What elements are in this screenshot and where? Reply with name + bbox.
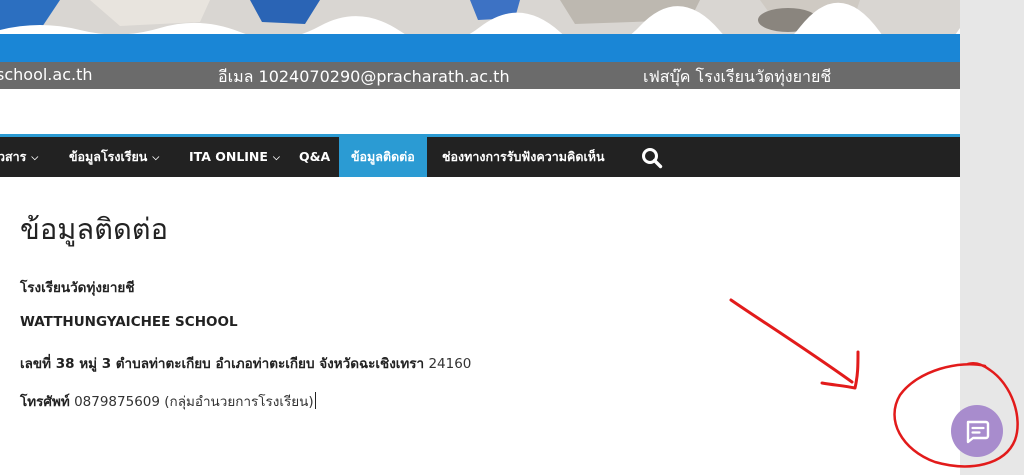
nav-item-feedback[interactable]: ช่องทางการรับฟังความคิดเห็น [442,137,605,177]
chat-bubble-icon [966,420,990,444]
nav-item-contact[interactable]: ข้อมูลติดต่อ [339,137,427,177]
address-line: เลขที่ 38 หมู่ 3 ตำบลท่าตะเกียบ อำเภอท่า… [20,352,471,374]
banner-email: อีเมล 1024070290@pracharath.ac.th [218,67,510,86]
address-text: เลขที่ 38 หมู่ 3 ตำบลท่าตะเกียบ อำเภอท่า… [20,356,425,372]
nav-item-label: ITA ONLINE [189,149,268,164]
nav-item-ita-online[interactable]: ITA ONLINE ⌵ [189,137,280,177]
chevron-down-icon: ⌵ [272,153,280,163]
page: school.ac.th อีเมล 1024070290@pracharath… [0,0,1024,475]
school-name-th-text: โรงเรียนวัดทุ่งยายชี [20,280,135,296]
header-spacer [0,89,960,134]
scrollbar-gutter [960,0,1024,475]
chat-widget-button[interactable] [951,405,1003,457]
school-name-en: WATTHUNGYAICHEE SCHOOL [20,314,238,330]
nav-item-label: ข้อมูลโรงเรียน [69,149,148,164]
banner-contact-bar: school.ac.th อีเมล 1024070290@pracharath… [0,62,960,89]
school-name-en-text: WATTHUNGYAICHEE SCHOOL [20,314,238,330]
banner-website: school.ac.th [0,65,93,84]
main-nav: วสาร ⌵ ข้อมูลโรงเรียน ⌵ ITA ONLINE ⌵ Q&A ข้… [0,137,960,177]
phone-value: 0879875609 (กลุ่มอำนวยการโรงเรียน) [74,394,314,410]
school-name-th: โรงเรียนวัดทุ่งยายชี [20,276,135,298]
text-cursor [314,392,316,409]
page-title: ข้อมูลติดต่อ [20,212,169,246]
phone-label: โทรศัพท์ [20,394,70,410]
postcode: 24160 [428,356,472,372]
nav-item-label: ช่องทางการรับฟังความคิดเห็น [442,149,605,164]
nav-item-label: วสาร [0,149,27,164]
nav-item-news[interactable]: วสาร ⌵ [0,137,38,177]
nav-item-label: Q&A [299,149,331,164]
nav-item-qa[interactable]: Q&A [299,137,330,177]
banner-facebook: เฟสบุ๊ค โรงเรียนวัดทุ่งยายชี [643,67,832,86]
search-icon[interactable] [641,147,663,169]
nav-item-label: ข้อมูลติดต่อ [351,149,415,164]
banner-blue-strip [0,34,960,62]
chevron-down-icon: ⌵ [31,153,39,163]
chevron-down-icon: ⌵ [152,153,160,163]
nav-item-school-info[interactable]: ข้อมูลโรงเรียน ⌵ [69,137,159,177]
phone-line: โทรศัพท์ 0879875609 (กลุ่มอำนวยการโรงเรี… [20,390,316,412]
